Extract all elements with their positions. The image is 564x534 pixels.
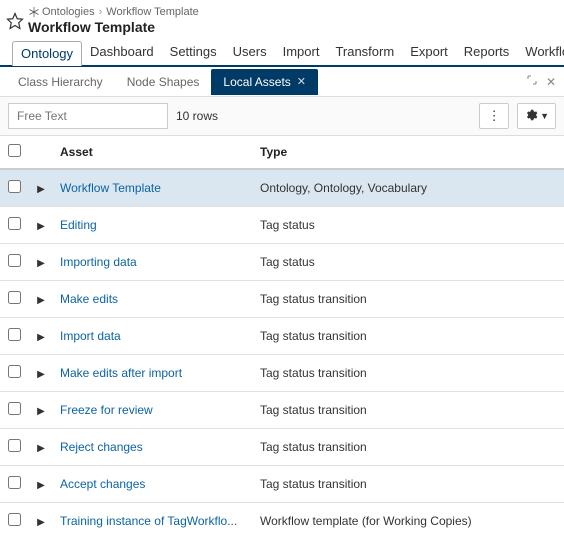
row-checkbox[interactable]	[8, 217, 21, 230]
subtab-node-shapes[interactable]: Node Shapes	[115, 69, 212, 95]
page-title: Workflow Template	[28, 19, 199, 35]
expand-arrow-icon[interactable]: ▶	[37, 295, 45, 306]
table-row[interactable]: ▶ Reject changes Tag status transition	[0, 429, 564, 466]
row-checkbox[interactable]	[8, 180, 21, 193]
asset-link[interactable]: Workflow Template	[60, 181, 161, 195]
type-cell: Tag status	[254, 244, 564, 281]
table-row[interactable]: ▶ Import data Tag status transition	[0, 318, 564, 355]
tab-export[interactable]: Export	[402, 40, 456, 64]
row-checkbox[interactable]	[8, 328, 21, 341]
breadcrumb-root[interactable]: Ontologies	[42, 6, 95, 18]
row-checkbox[interactable]	[8, 402, 21, 415]
favorite-star-icon[interactable]	[6, 12, 24, 30]
row-checkbox[interactable]	[8, 476, 21, 489]
subtab-label: Local Assets	[223, 75, 290, 89]
vertical-dots-icon: ⋮	[488, 108, 501, 124]
gear-icon	[524, 108, 538, 125]
table-row[interactable]: ▶Training instance of TagWorkflo...Workf…	[0, 503, 564, 534]
tab-reports[interactable]: Reports	[456, 40, 518, 64]
close-panel-icon[interactable]: ✕	[546, 75, 556, 89]
row-count-label: 10 rows	[176, 109, 471, 123]
subtab-class-hierarchy[interactable]: Class Hierarchy	[6, 69, 115, 95]
close-icon[interactable]: ✕	[297, 75, 306, 88]
type-cell: Tag status transition	[254, 318, 564, 355]
row-checkbox[interactable]	[8, 365, 21, 378]
column-type-header[interactable]: Type	[254, 136, 564, 169]
table-row[interactable]: ▶ Freeze for review Tag status transition	[0, 392, 564, 429]
more-options-button[interactable]: ⋮	[479, 103, 509, 129]
type-cell: Tag status	[254, 207, 564, 244]
asset-link[interactable]: Editing	[60, 218, 97, 232]
settings-button[interactable]: ▼	[517, 103, 556, 129]
subtab-label: Class Hierarchy	[18, 75, 103, 89]
row-checkbox[interactable]	[8, 254, 21, 267]
expand-arrow-icon[interactable]: ▶	[37, 443, 45, 454]
expand-arrow-icon[interactable]: ▶	[37, 221, 45, 232]
asset-link[interactable]: Make edits	[60, 292, 118, 306]
tab-dashboard[interactable]: Dashboard	[82, 40, 162, 64]
subtab-label: Node Shapes	[127, 75, 200, 89]
asset-link[interactable]: Make edits after import	[60, 366, 182, 380]
asset-link[interactable]: Freeze for review	[60, 403, 153, 417]
type-cell: Tag status transition	[254, 392, 564, 429]
type-cell: Ontology, Ontology, Vocabulary	[254, 169, 564, 207]
row-checkbox[interactable]	[8, 291, 21, 304]
expand-arrow-icon[interactable]: ▶	[37, 406, 45, 417]
asset-link[interactable]: Training instance of TagWorkflo...	[60, 514, 237, 528]
tab-transform[interactable]: Transform	[327, 40, 402, 64]
row-checkbox[interactable]	[8, 513, 21, 526]
tab-ontology[interactable]: Ontology	[12, 41, 82, 66]
expand-column-header	[28, 136, 54, 169]
asset-link[interactable]: Import data	[60, 329, 121, 343]
tab-users[interactable]: Users	[225, 40, 275, 64]
column-asset-header[interactable]: Asset	[54, 136, 254, 169]
tab-settings[interactable]: Settings	[162, 40, 225, 64]
breadcrumb: Ontologies › Workflow Template	[28, 6, 199, 18]
type-cell: Tag status transition	[254, 429, 564, 466]
subtab-local-assets[interactable]: Local Assets ✕	[211, 69, 318, 95]
caret-down-icon: ▼	[540, 111, 549, 121]
breadcrumb-separator: ›	[97, 6, 105, 18]
table-row[interactable]: ▶ Importing data Tag status	[0, 244, 564, 281]
type-cell: Tag status transition	[254, 466, 564, 503]
table-row[interactable]: ▶ Editing Tag status	[0, 207, 564, 244]
table-row[interactable]: ▶ Make edits after import Tag status trans…	[0, 355, 564, 392]
row-checkbox[interactable]	[8, 439, 21, 452]
tab-import[interactable]: Import	[275, 40, 328, 64]
tab-workflows[interactable]: Workflows	[517, 40, 564, 64]
expand-panel-icon[interactable]	[526, 74, 538, 89]
type-cell: Tag status transition	[254, 281, 564, 318]
type-cell: Tag status transition	[254, 355, 564, 392]
breadcrumb-current: Workflow Template	[106, 6, 199, 18]
asset-link[interactable]: Reject changes	[60, 440, 143, 454]
select-all-header[interactable]	[0, 136, 28, 169]
table-row[interactable]: ▶ Make edits Tag status transition	[0, 281, 564, 318]
search-input[interactable]	[8, 103, 168, 129]
asset-link[interactable]: Importing data	[60, 255, 137, 269]
table-row[interactable]: ▶ Accept changes Tag status transition	[0, 466, 564, 503]
table-row[interactable]: ▶ Workflow Template Ontology, Ontology, Vo…	[0, 169, 564, 207]
select-all-checkbox[interactable]	[8, 144, 21, 157]
expand-arrow-icon[interactable]: ▶	[37, 332, 45, 343]
expand-arrow-icon[interactable]: ▶	[37, 480, 45, 491]
expand-arrow-icon[interactable]: ▶	[37, 184, 45, 195]
snowflake-icon	[28, 6, 40, 18]
asset-link[interactable]: Accept changes	[60, 477, 145, 491]
type-cell: Workflow template (for Working Copies)	[254, 503, 564, 534]
expand-arrow-icon[interactable]: ▶	[37, 258, 45, 269]
expand-arrow-icon[interactable]: ▶	[37, 369, 45, 380]
